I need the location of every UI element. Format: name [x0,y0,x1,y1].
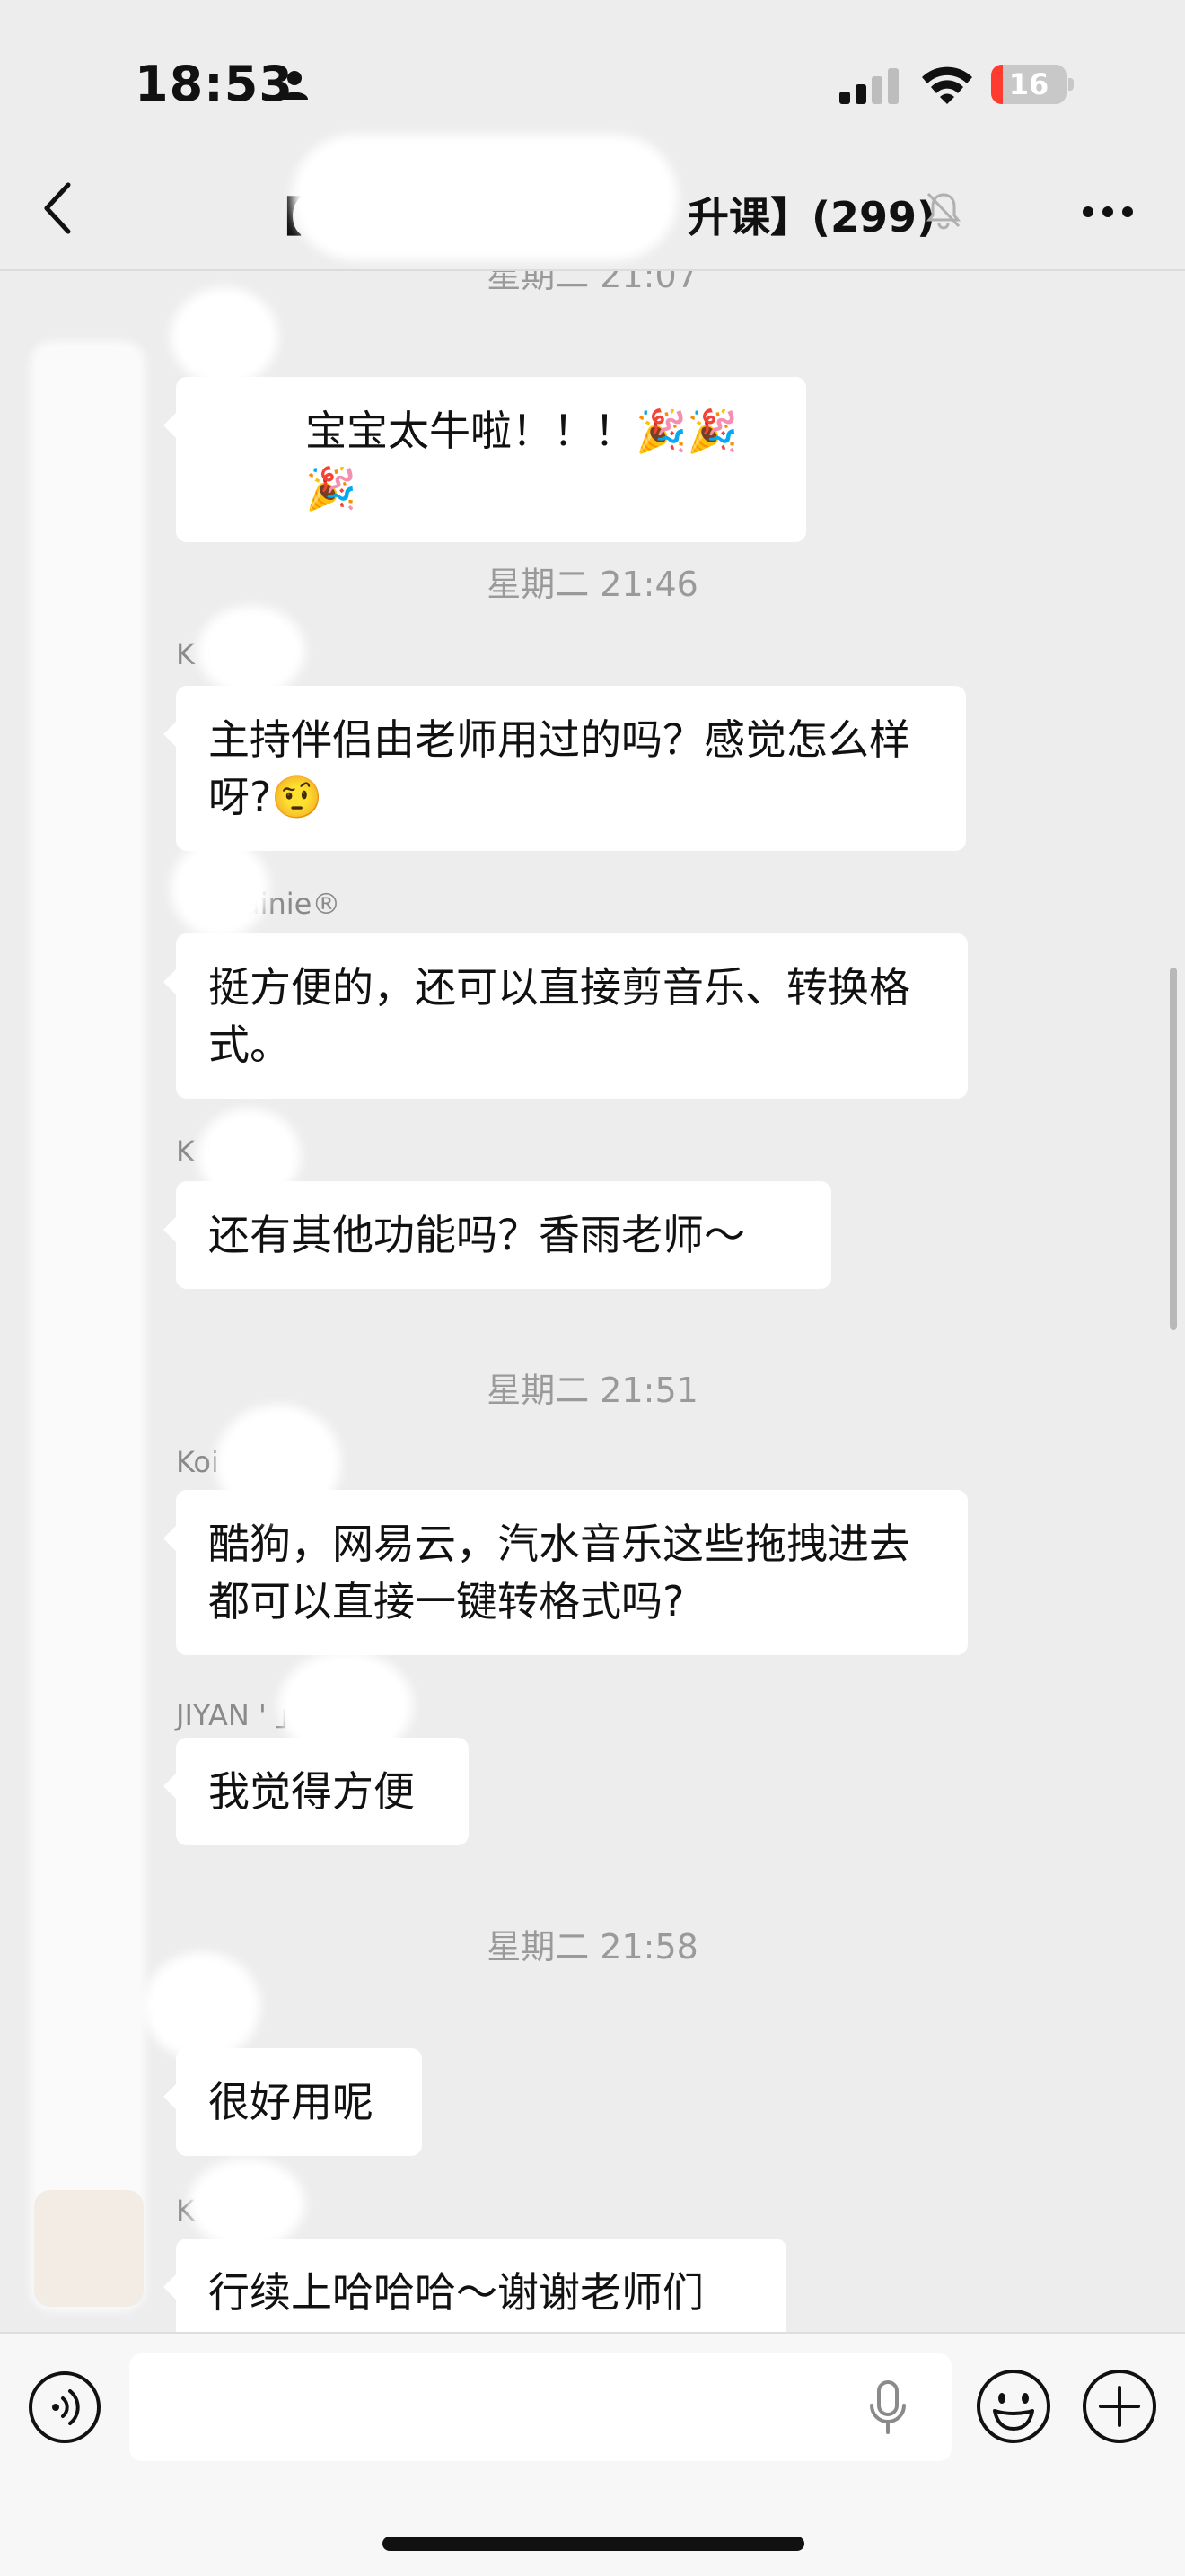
avatar [34,2190,144,2307]
emoji-icon[interactable] [975,2368,1052,2445]
person-icon [281,71,308,100]
message-text: 宝宝太牛啦！！！🎉🎉🎉 [305,407,739,513]
timestamp: 星期二 21:07 [487,271,698,295]
battery-indicator: 16 [991,65,1075,106]
redaction-blur [184,399,301,489]
home-indicator[interactable] [382,2537,804,2551]
more-options-icon[interactable] [1081,205,1135,219]
redaction-blur [171,839,269,938]
mute-bell-icon [926,192,961,230]
avatar-column-redaction [31,341,145,2311]
message-bubble[interactable]: 主持伴侣由老师用过的吗？感觉怎么样呀?🤨 [163,686,966,851]
redaction-blur [171,287,278,386]
message-text: 还有其他功能吗？香雨老师～ [208,1211,745,1259]
status-time: 18:53 [135,56,294,112]
chat-title-suffix: 升课】(299) [688,193,936,241]
message-text: 主持伴侣由老师用过的吗？感觉怎么样呀?🤨 [208,715,910,821]
scrollbar[interactable] [1170,968,1177,1330]
signal-icon [839,68,899,104]
redaction-blur [198,1108,301,1203]
voice-mode-button[interactable] [27,2370,102,2445]
message-input[interactable] [129,2353,952,2461]
timestamp: 星期二 21:46 [487,565,698,604]
add-attachment-icon[interactable] [1081,2368,1158,2445]
battery-tip [1068,78,1074,91]
battery-body: 16 [991,65,1066,104]
back-icon[interactable] [40,180,75,237]
redaction-blur [278,1652,413,1759]
redaction-blur [198,606,305,696]
message-text: 挺方便的，还可以直接剪音乐、转换格式。 [208,963,910,1069]
message-bubble[interactable]: 行续上哈哈哈～谢谢老师们 [163,2239,786,2332]
sender-name: Koi [176,1445,219,1479]
redaction-blur [189,2159,305,2248]
title-redaction [292,135,678,260]
wifi-icon [922,66,972,104]
microphone-icon[interactable] [865,2379,910,2436]
message-bubble[interactable]: 很好用呢 [163,2048,422,2156]
timestamp: 星期二 21:51 [487,1371,698,1410]
message-text: 我觉得方便 [208,1767,415,1816]
message-text: 很好用呢 [208,2078,373,2126]
message-text: 酷狗，网易云，汽水音乐这些拖拽进去都可以直接一键转格式吗? [208,1520,910,1625]
message-bubble[interactable]: 挺方便的，还可以直接剪音乐、转换格式。 [163,933,968,1099]
battery-percentage: 16 [1008,67,1049,101]
message-text: 行续上哈哈哈～谢谢老师们 [208,2268,704,2317]
message-bubble[interactable]: 还有其他功能吗？香雨老师～ [163,1181,831,1289]
redaction-blur [144,1952,260,2060]
redaction-blur [215,1405,341,1521]
